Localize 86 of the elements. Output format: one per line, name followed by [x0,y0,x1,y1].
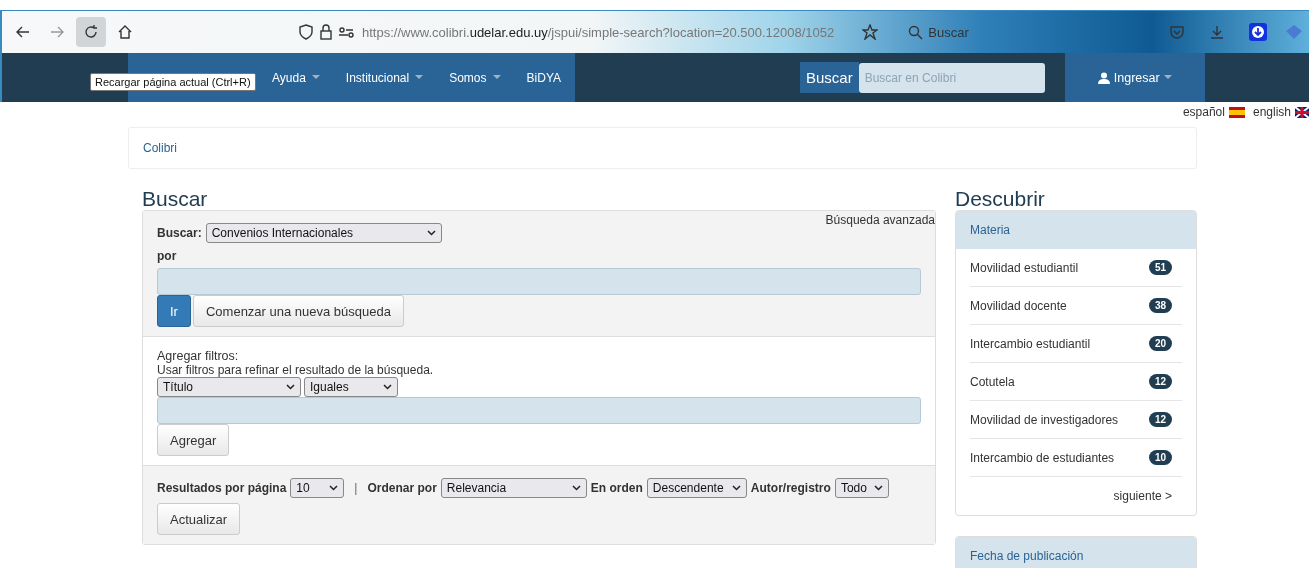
padlock-icon [318,24,334,40]
option-label: Ordenar por [367,481,437,495]
reload-icon [83,24,99,40]
chevron-down-icon [731,485,741,491]
facet-label: Movilidad de investigadores [970,412,1119,427]
chevron-down-icon [873,485,883,491]
next-link[interactable]: siguiente > [956,477,1196,515]
go-button[interactable]: Ir [157,295,191,327]
facet-label: Intercambio estudiantil [970,336,1091,351]
facet-item[interactable]: Movilidad de investigadores 12 [970,401,1182,439]
chevron-down-icon [383,384,392,390]
option-label: Autor/registro [750,481,831,495]
filters-heading: Agregar filtros: [157,349,240,363]
caret-icon [415,75,424,80]
nav-menu-item[interactable]: BiDYA [526,70,561,85]
spain-flag-icon [1228,106,1245,118]
chevron-down-icon [571,485,581,491]
filters-hint: Usar filtros para refinar el resultado de la búsqueda. [157,363,435,377]
search-engine-label[interactable]: Buscar [928,24,969,40]
nav-menu-item[interactable]: Ayuda [272,70,320,85]
url-text[interactable]: https://www.colibri.udelar.edu.uy/jspui/simple-search?location=20.500.12008/1052 [362,24,835,40]
facet-title: Fecha de publicación [956,537,1196,568]
count-badge: 20 [1148,336,1172,351]
update-button[interactable]: Actualizar [157,503,241,535]
language-link[interactable]: english [1252,104,1309,120]
query-label: por [157,249,178,263]
shield-icon [298,24,314,40]
facet-label: Movilidad docente [970,298,1067,313]
download-manager-icon[interactable] [1249,23,1267,41]
scope-select[interactable]: Convenios Internacionales [205,223,442,243]
search-icon [908,24,925,40]
facet-item[interactable]: Movilidad docente 38 [970,287,1182,325]
user-icon [1097,71,1110,84]
caret-icon [311,75,320,80]
download-icon [1209,24,1225,40]
facet-label: Cotutela [970,374,1015,389]
option-label: En orden [590,481,643,495]
chevron-down-icon [426,230,436,236]
login-menu[interactable]: Ingresar [1064,53,1205,102]
facet-label: Movilidad estudiantil [970,260,1079,275]
new-search-button[interactable]: Comenzar una nueva búsqueda [192,295,404,327]
option-select[interactable]: Descendente [646,478,747,498]
filter-field-select[interactable]: Título [157,377,301,397]
page-heading: Buscar [142,187,209,210]
breadcrumb-link[interactable]: Colibri [143,141,177,155]
facet-label: Intercambio de estudiantes [970,450,1115,465]
sidebar-heading: Descubrir [955,187,1046,210]
search-label: Buscar [800,62,859,93]
facet-item[interactable]: Intercambio estudiantil 20 [970,325,1182,363]
option-label: Resultados por página [157,481,287,495]
option-select[interactable]: 10 [290,478,345,498]
facet-item[interactable]: Cotutela 12 [970,363,1182,401]
advanced-search-link[interactable]: Búsqueda avanzada [825,213,935,227]
filter-operator-select[interactable]: Iguales [304,377,398,397]
nav-menu-item[interactable]: Somos [449,70,501,85]
count-badge: 12 [1148,412,1172,427]
caret-icon [1163,75,1172,80]
option-select[interactable]: Todo [834,478,889,498]
permissions-icon [338,24,354,40]
count-badge: 51 [1148,260,1172,275]
facet-item[interactable]: Movilidad estudiantil 51 [970,249,1182,287]
forward-arrow-icon [49,24,65,40]
tooltip: Recargar página actual (Ctrl+R) [90,73,256,91]
count-badge: 10 [1148,450,1172,465]
scope-label: Buscar: [157,226,202,240]
count-badge: 12 [1148,374,1172,389]
chevron-down-icon [329,485,339,491]
star-icon [862,24,879,40]
home-icon [117,24,133,40]
separator-text: | [354,481,358,495]
chevron-down-icon [286,384,295,390]
query-field[interactable] [157,268,921,295]
pocket-icon [1169,24,1185,40]
filter-value-field[interactable] [157,397,921,424]
add-filter-button[interactable]: Agregar [157,424,230,456]
reload-button[interactable] [76,17,106,47]
count-badge: 38 [1148,298,1172,313]
back-arrow-icon [15,24,31,40]
option-select[interactable]: Relevancia [440,478,587,498]
facet-title: Materia [956,211,1196,249]
language-link[interactable]: español [1182,104,1245,120]
facet-item[interactable]: Intercambio de estudiantes 10 [970,439,1182,477]
caret-icon [492,75,501,80]
uk-flag-icon [1295,106,1309,118]
nav-menu-item[interactable]: Institucional [345,70,424,85]
search-field[interactable]: Buscar en Colibri [858,62,1045,93]
